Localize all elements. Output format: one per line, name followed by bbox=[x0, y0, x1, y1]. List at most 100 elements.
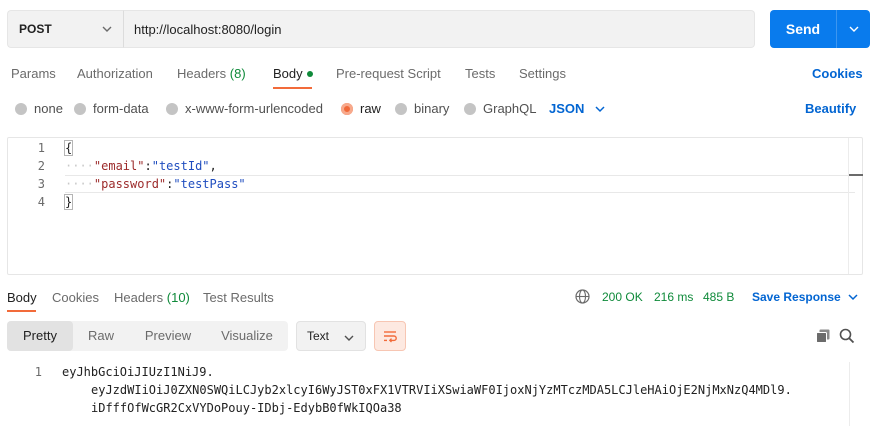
beautify-link[interactable]: Beautify bbox=[805, 101, 856, 116]
line-number: 1 bbox=[37, 141, 45, 155]
chevron-down-icon bbox=[848, 294, 858, 301]
url-input[interactable]: http://localhost:8080/login bbox=[123, 10, 755, 48]
chevron-down-icon bbox=[101, 23, 113, 35]
json-value: "testPass" bbox=[173, 177, 246, 191]
response-line: eyJzdWIiOiJ0ZXN0SWQiLCJyb2xlcyI6WyJST0xF… bbox=[91, 383, 792, 397]
json-key: "password" bbox=[93, 177, 167, 191]
radio-binary-label: binary bbox=[414, 101, 450, 116]
chevron-down-icon bbox=[343, 332, 355, 344]
response-line: iDfffOfWcGR2CxVYDoPouy-IDbj-EdybB0fWkIQO… bbox=[91, 401, 402, 415]
request-bar: POST http://localhost:8080/login Send bbox=[7, 10, 870, 48]
request-tabs: Params Authorization Headers (8) Body Pr… bbox=[0, 62, 873, 92]
response-line: eyJhbGciOiJIUzI1NiJ9. bbox=[62, 365, 214, 379]
resp-headers-count: (10) bbox=[166, 290, 190, 305]
radio-none[interactable]: none bbox=[15, 101, 63, 116]
method-label: POST bbox=[19, 22, 52, 36]
globe-icon[interactable] bbox=[575, 289, 590, 304]
send-options-button[interactable] bbox=[837, 10, 870, 48]
method-select[interactable]: POST bbox=[7, 10, 123, 48]
tab-tests[interactable]: Tests bbox=[465, 66, 495, 81]
radio-form-data-label: form-data bbox=[93, 101, 149, 116]
response-body[interactable]: 1 eyJhbGciOiJIUzI1NiJ9. eyJzdWIiOiJ0ZXN0… bbox=[0, 362, 873, 426]
line-code: ····"email":"testId", bbox=[65, 157, 217, 175]
radio-graphql-label: GraphQL bbox=[483, 101, 537, 116]
response-scrollbar[interactable] bbox=[849, 362, 863, 426]
save-response-button[interactable]: Save Response bbox=[752, 290, 859, 304]
resp-tab-test-results[interactable]: Test Results bbox=[203, 290, 274, 305]
view-preview[interactable]: Preview bbox=[133, 321, 203, 351]
search-icon[interactable] bbox=[839, 328, 855, 344]
send-button-group: Send bbox=[770, 10, 870, 48]
language-label: JSON bbox=[549, 101, 585, 116]
editor-line: 4 } bbox=[8, 193, 862, 211]
save-response-label: Save Response bbox=[752, 290, 841, 304]
radio-circle bbox=[166, 102, 178, 115]
tab-headers-label: Headers bbox=[177, 66, 227, 81]
tab-authorization[interactable]: Authorization bbox=[77, 66, 153, 81]
response-tabs: Body Cookies Headers (10) Test Results 2… bbox=[0, 286, 873, 312]
tab-body[interactable]: Body bbox=[273, 66, 313, 81]
line-number: 1 bbox=[34, 365, 42, 379]
active-tab-indicator bbox=[273, 87, 312, 89]
response-size[interactable]: 485 B bbox=[703, 290, 734, 304]
cookies-link[interactable]: Cookies bbox=[812, 66, 863, 81]
view-visualize[interactable]: Visualize bbox=[211, 321, 283, 351]
format-label: Text bbox=[307, 329, 330, 343]
send-button[interactable]: Send bbox=[770, 10, 836, 48]
radio-circle bbox=[395, 102, 407, 115]
line-number: 2 bbox=[37, 159, 45, 173]
chevron-down-icon bbox=[595, 105, 605, 112]
indent-dots: ···· bbox=[65, 177, 94, 191]
editor-line: 3 ····"password":"testPass" bbox=[8, 175, 862, 193]
tab-body-label: Body bbox=[273, 66, 303, 81]
tab-settings[interactable]: Settings bbox=[519, 66, 566, 81]
radio-circle bbox=[464, 102, 476, 115]
tab-pre-request-script[interactable]: Pre-request Script bbox=[336, 66, 441, 81]
radio-form-data[interactable]: form-data bbox=[74, 101, 149, 116]
view-pretty[interactable]: Pretty bbox=[7, 321, 73, 351]
open-brace: { bbox=[63, 140, 74, 156]
wrap-lines-icon bbox=[384, 331, 397, 343]
response-view-switch: Pretty Raw Preview Visualize bbox=[7, 321, 288, 351]
resp-tab-headers[interactable]: Headers (10) bbox=[114, 290, 190, 305]
radio-raw[interactable]: raw bbox=[341, 101, 381, 116]
line-code: ····"password":"testPass" bbox=[65, 175, 246, 193]
language-select[interactable]: JSON bbox=[549, 101, 606, 116]
radio-circle-selected bbox=[341, 102, 353, 115]
indent-dots: ···· bbox=[65, 159, 94, 173]
active-response-tab-indicator bbox=[7, 310, 36, 312]
tab-params[interactable]: Params bbox=[11, 66, 56, 81]
view-raw[interactable]: Raw bbox=[73, 321, 129, 351]
radio-urlencoded[interactable]: x-www-form-urlencoded bbox=[166, 101, 323, 116]
format-select[interactable]: Text bbox=[296, 321, 366, 351]
copy-icon[interactable] bbox=[815, 328, 831, 344]
body-type-options: none form-data x-www-form-urlencoded raw… bbox=[0, 98, 873, 120]
editor-scrollbar[interactable] bbox=[848, 138, 863, 274]
radio-urlencoded-label: x-www-form-urlencoded bbox=[185, 101, 323, 116]
resp-tab-headers-label: Headers bbox=[114, 290, 164, 305]
close-brace: } bbox=[63, 194, 74, 210]
modified-dot-icon bbox=[306, 70, 313, 77]
resp-tab-cookies[interactable]: Cookies bbox=[52, 290, 99, 305]
radio-graphql[interactable]: GraphQL bbox=[464, 101, 536, 116]
tab-headers[interactable]: Headers (8) bbox=[177, 66, 246, 81]
status-code[interactable]: 200 OK bbox=[602, 290, 643, 304]
response-time[interactable]: 216 ms bbox=[654, 290, 693, 304]
json-comma: , bbox=[209, 159, 217, 173]
line-number: 4 bbox=[37, 195, 45, 209]
wrap-lines-button[interactable] bbox=[374, 321, 406, 351]
resp-tab-body[interactable]: Body bbox=[7, 290, 37, 305]
line-code: } bbox=[63, 193, 74, 211]
radio-raw-label: raw bbox=[360, 101, 381, 116]
line-code: { bbox=[63, 139, 74, 157]
radio-circle bbox=[15, 102, 27, 115]
chevron-down-icon bbox=[849, 26, 858, 32]
radio-binary[interactable]: binary bbox=[395, 101, 449, 116]
scrollbar-marker bbox=[849, 174, 863, 176]
line-number: 3 bbox=[37, 177, 45, 191]
editor-line: 1 { bbox=[8, 139, 862, 157]
json-colon: : bbox=[144, 159, 152, 173]
radio-circle bbox=[74, 102, 86, 115]
request-body-editor[interactable]: 1 { 2 ····"email":"testId", 3 ····"passw… bbox=[7, 137, 863, 275]
radio-none-label: none bbox=[34, 101, 63, 116]
